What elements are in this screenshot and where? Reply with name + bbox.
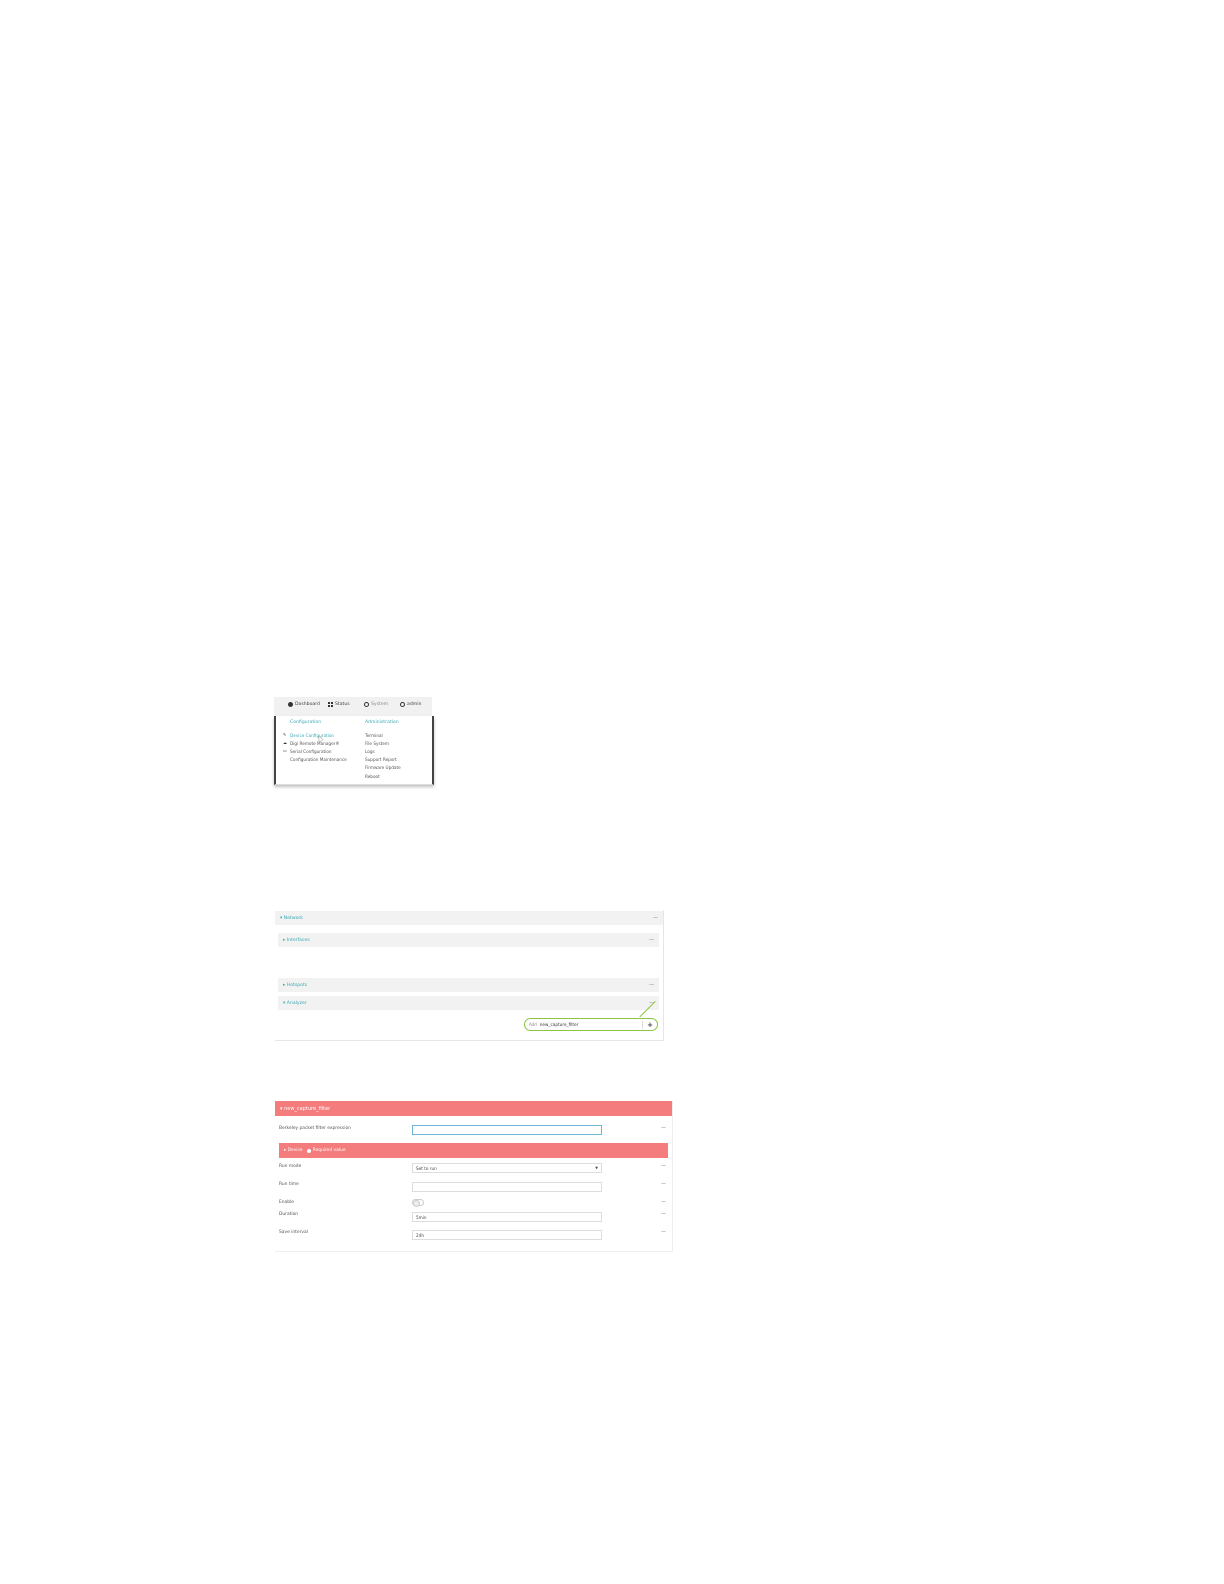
menu-file-system[interactable]: File System (365, 739, 401, 747)
administration-heading: Administration (365, 720, 399, 725)
grid-icon (328, 702, 333, 707)
required-value-badge: Required value (312, 1148, 346, 1153)
collapse-icon: — (649, 982, 654, 988)
save-interval-input[interactable]: 24h (412, 1230, 602, 1240)
capture-filter-name-input[interactable]: new_capture_filter (540, 1020, 643, 1029)
system-menu-screenshot: Dashboard Status System admin Configurat… (274, 697, 434, 786)
administration-column: Administration Terminal File System Logs… (365, 720, 401, 780)
nav-system[interactable]: System (364, 702, 388, 707)
save-interval-menu-icon[interactable]: — (661, 1229, 666, 1235)
enable-menu-icon[interactable]: — (661, 1199, 666, 1205)
run-mode-label: Run mode (279, 1164, 302, 1169)
bpf-input[interactable] (412, 1125, 602, 1135)
configuration-heading: Configuration (290, 720, 322, 725)
run-time-input[interactable] (412, 1182, 602, 1192)
system-dropdown: Configuration ✎ Device Configuration ☁ D… (274, 716, 434, 785)
dashboard-icon (288, 702, 293, 707)
nav-status[interactable]: Status (328, 702, 350, 707)
network-tree-screenshot: ▾ Network — ▸ Interfaces — ▸ Hotspots — … (275, 910, 664, 1041)
interfaces-section[interactable]: ▸ Interfaces — (278, 933, 659, 947)
configuration-column: Configuration ✎ Device Configuration ☁ D… (283, 720, 347, 764)
run-mode-select[interactable]: Set to run ▼ (412, 1163, 602, 1173)
save-interval-label: Save interval (279, 1230, 308, 1235)
chevron-down-icon: ▼ (595, 1166, 598, 1170)
duration-input[interactable]: 5min (412, 1212, 602, 1222)
capture-filter-form-screenshot: ▾ new_capture_filter Berkeley packet fil… (275, 1101, 673, 1252)
menu-configuration-maintenance[interactable]: Configuration Maintenance (290, 756, 347, 764)
capture-filter-header[interactable]: ▾ new_capture_filter (275, 1101, 672, 1116)
add-button[interactable]: + (643, 1021, 657, 1029)
menu-firmware-update[interactable]: Firmware Update (365, 764, 401, 772)
network-section[interactable]: ▾ Network — (275, 911, 663, 925)
enable-label: Enable (279, 1200, 294, 1205)
analyzer-section[interactable]: ▾ Analyzer — (278, 996, 659, 1010)
duration-label: Duration (279, 1212, 299, 1217)
add-label: Add (529, 1022, 537, 1027)
gear-icon (364, 702, 369, 707)
enable-toggle[interactable] (412, 1199, 424, 1207)
top-nav-bar: Dashboard Status System admin (274, 697, 432, 717)
collapse-icon: — (649, 937, 654, 943)
nav-dashboard[interactable]: Dashboard (288, 702, 320, 707)
nav-admin[interactable]: admin (400, 702, 421, 707)
run-time-menu-icon[interactable]: — (661, 1181, 666, 1187)
info-icon (306, 1148, 311, 1153)
run-time-label: Run time (279, 1182, 299, 1187)
cloud-icon: ☁ (283, 740, 287, 746)
menu-reboot[interactable]: Reboot (365, 772, 401, 780)
user-icon (400, 702, 405, 707)
collapse-icon: — (653, 915, 658, 921)
add-capture-filter: Add new_capture_filter + (524, 1018, 658, 1031)
duration-menu-icon[interactable]: — (661, 1211, 666, 1217)
menu-serial-configuration[interactable]: ▭ Serial Configuration (283, 747, 347, 755)
run-mode-menu-icon[interactable]: — (661, 1163, 666, 1169)
serial-icon: ▭ (283, 748, 287, 754)
menu-terminal[interactable]: Terminal (365, 731, 401, 739)
device-section[interactable]: ▸ Device Required value (279, 1143, 668, 1158)
menu-logs[interactable]: Logs (365, 747, 401, 755)
menu-support-report[interactable]: Support Report (365, 756, 401, 764)
bpf-menu-icon[interactable]: — (661, 1125, 666, 1131)
wrench-icon: ✎ (283, 732, 287, 738)
hotspots-section[interactable]: ▸ Hotspots — (278, 978, 659, 992)
bpf-label: Berkeley packet filter expression (279, 1126, 351, 1131)
